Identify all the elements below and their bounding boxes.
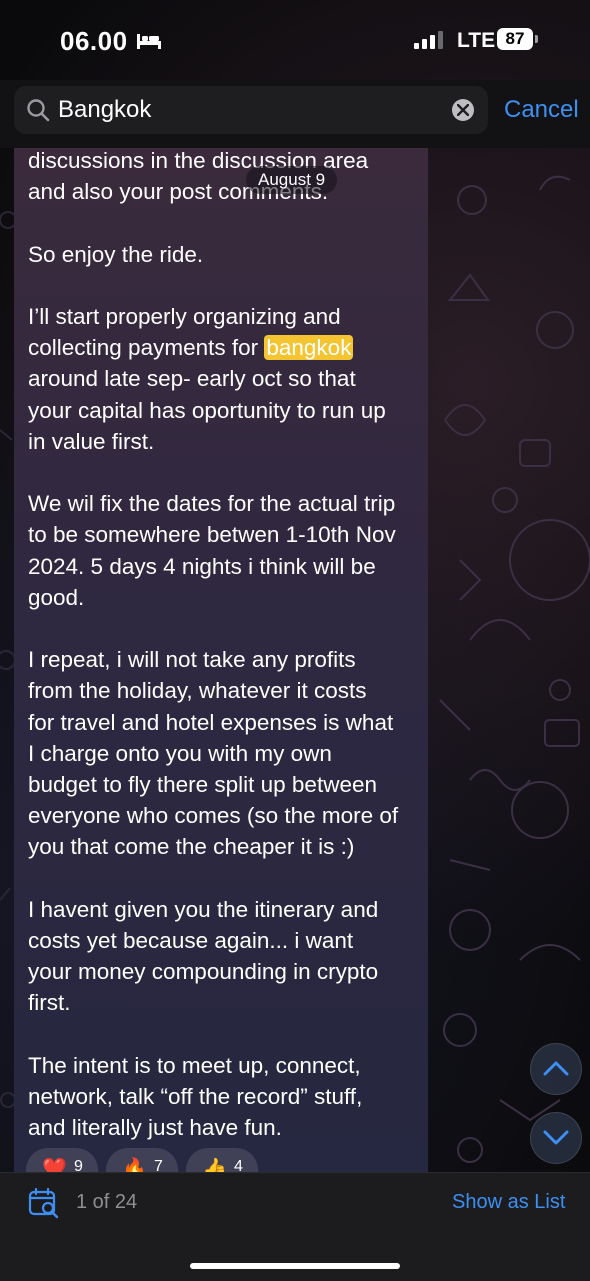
message-bubble[interactable]: discussions in the discussion area and a… <box>14 148 428 1172</box>
network-type: LTE <box>457 29 496 52</box>
heart-icon: ❤️ <box>42 1158 67 1172</box>
reaction-fire[interactable]: 🔥 7 <box>106 1148 178 1172</box>
show-as-list-button[interactable]: Show as List <box>452 1191 565 1214</box>
search-highlight: bangkok <box>264 335 354 361</box>
reaction-thumbs-up[interactable]: 👍 4 <box>186 1148 258 1172</box>
status-bar: 06.00 LTE 87 <box>0 0 590 80</box>
reaction-count: 7 <box>154 1158 163 1172</box>
reaction-heart[interactable]: ❤️ 9 <box>26 1148 98 1172</box>
search-bar: Cancel <box>0 80 590 148</box>
chevron-up-icon <box>543 1061 569 1076</box>
bed-icon <box>137 34 161 49</box>
signal-icon <box>414 31 443 49</box>
search-results-toolbar: 1 of 24 Show as List <box>0 1172 590 1281</box>
message-text-after: around late sep- early oct so that your … <box>28 366 399 1141</box>
chevron-down-icon <box>543 1130 569 1145</box>
search-field[interactable] <box>14 86 488 134</box>
next-result-button[interactable] <box>530 1112 582 1164</box>
battery-level: 87 <box>497 28 533 50</box>
battery-tip <box>535 35 538 43</box>
date-label: August 9 <box>246 166 338 194</box>
clock: 06.00 <box>60 26 128 56</box>
thumbs-up-icon: 👍 <box>202 1158 227 1172</box>
search-icon <box>27 99 50 122</box>
reaction-count: 4 <box>234 1158 243 1172</box>
previous-result-button[interactable] <box>530 1043 582 1095</box>
search-input[interactable] <box>58 86 438 134</box>
message-text: discussions in the discussion area and a… <box>28 148 422 1144</box>
reaction-count: 9 <box>74 1158 83 1172</box>
fire-icon: 🔥 <box>122 1158 147 1172</box>
home-indicator[interactable] <box>190 1263 400 1269</box>
result-counter: 1 of 24 <box>76 1191 138 1213</box>
calendar-search-icon[interactable] <box>28 1187 60 1219</box>
clear-icon[interactable] <box>452 99 474 121</box>
cancel-button[interactable]: Cancel <box>504 96 579 124</box>
